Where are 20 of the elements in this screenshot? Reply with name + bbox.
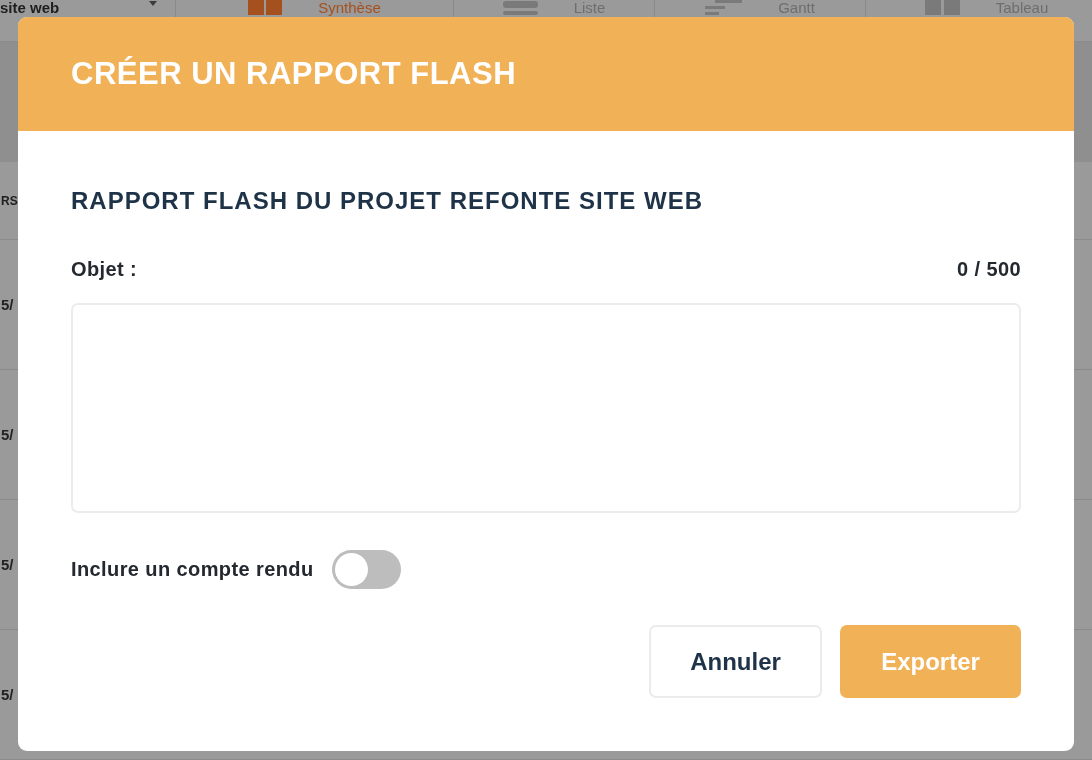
project-selector[interactable]: site web (0, 0, 60, 16)
squares-icon (248, 0, 283, 15)
table-cell: 5/ (0, 426, 14, 443)
table-cell: 5/ (0, 296, 14, 313)
gantt-icon (705, 0, 743, 15)
character-counter: 0 / 500 (957, 257, 1021, 281)
cancel-button[interactable]: Annuler (649, 625, 822, 698)
table-cell: 5/ (0, 556, 14, 573)
field-label: Objet : (71, 257, 138, 281)
list-icon (502, 0, 538, 15)
project-subtitle: RAPPORT FLASH DU PROJET REFONTE SITE WEB (71, 186, 705, 216)
grid-icon (924, 0, 960, 15)
table-cell: 5/ (0, 686, 14, 703)
export-button[interactable]: Exporter (840, 625, 1021, 698)
toggle-label: Inclure un compte rendu (71, 558, 314, 581)
column-header: RS (0, 193, 18, 208)
toggle-switch[interactable] (331, 550, 401, 589)
view-tab[interactable]: Synthèse (248, 0, 381, 16)
caret-icon (149, 1, 157, 6)
dialog-title: CRÉER UN RAPPORT FLASH (71, 56, 516, 92)
